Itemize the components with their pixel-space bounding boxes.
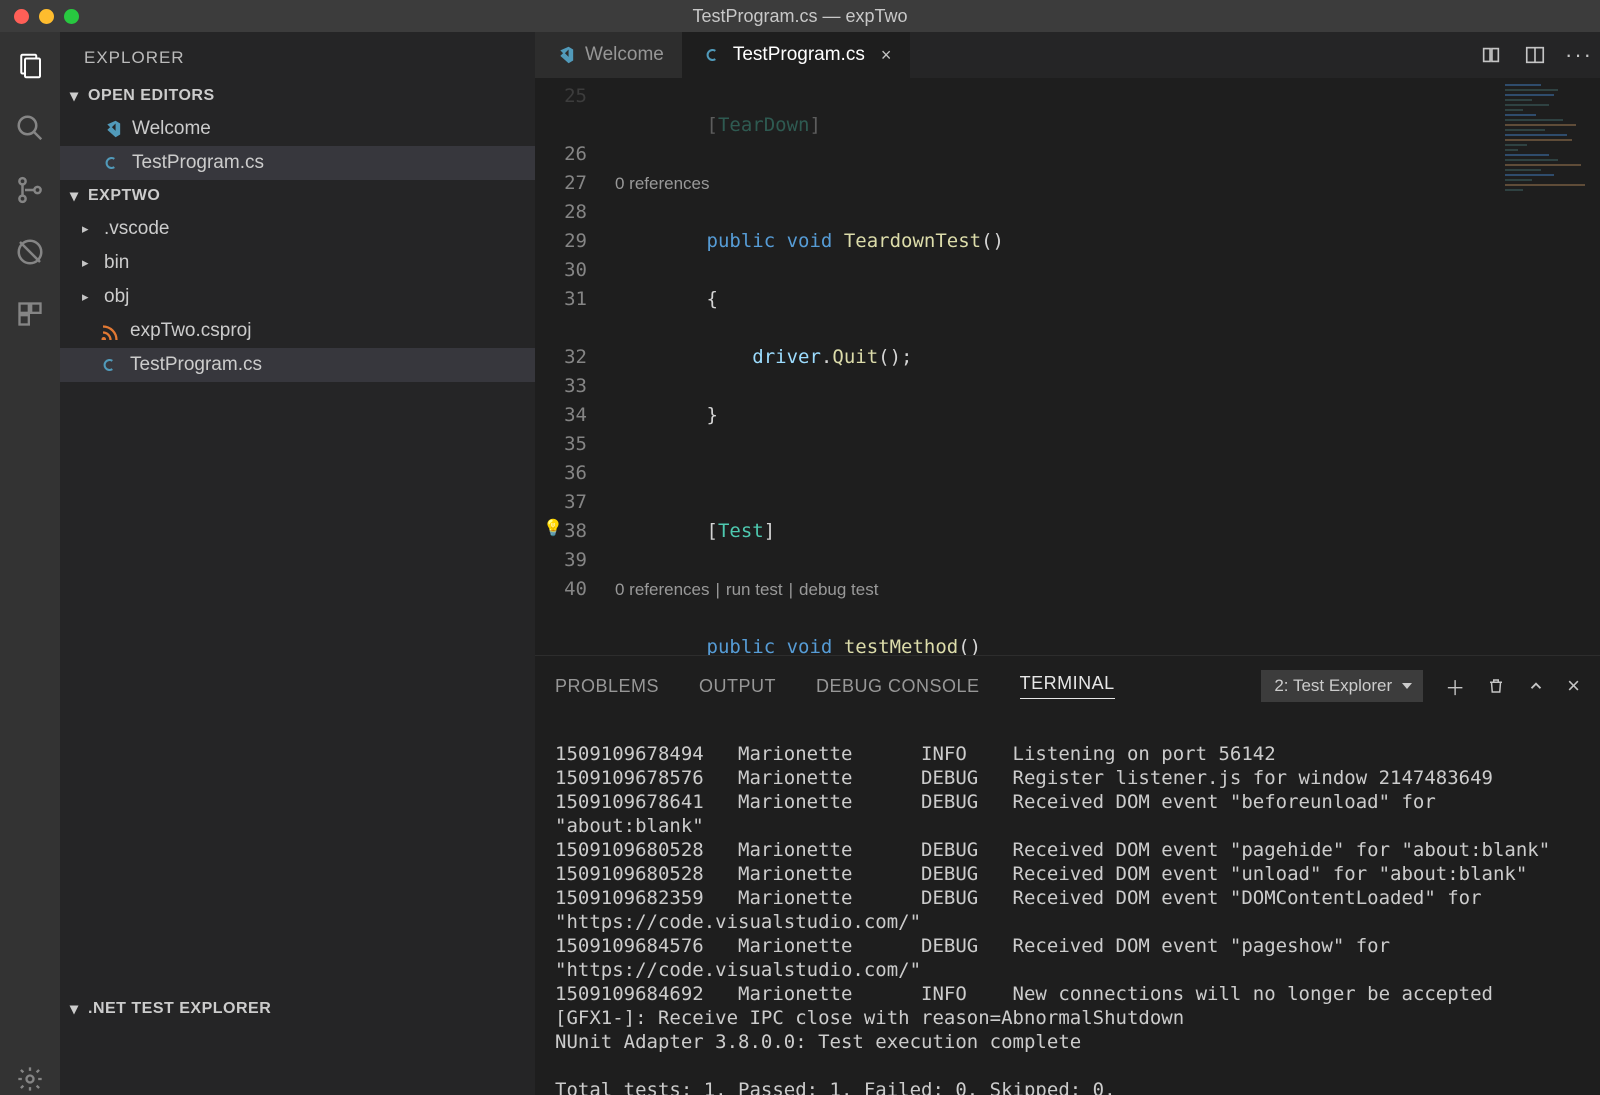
csharp-file-icon	[100, 152, 122, 174]
xml-file-icon	[98, 320, 120, 342]
vscode-file-icon	[100, 118, 122, 140]
maximize-window-button[interactable]	[64, 9, 79, 24]
file-csproj[interactable]: expTwo.csproj	[60, 314, 535, 348]
test-explorer-header[interactable]: ▾ .NET TEST EXPLORER	[60, 993, 535, 1025]
close-tab-icon[interactable]: ×	[881, 45, 892, 66]
compare-icon[interactable]	[1480, 44, 1502, 66]
maximize-panel-icon[interactable]	[1527, 677, 1545, 695]
close-panel-icon[interactable]: ×	[1567, 673, 1580, 699]
folder-bin[interactable]: ▸ bin	[60, 246, 535, 280]
settings-gear-icon[interactable]	[14, 1063, 46, 1095]
chevron-down-icon: ▾	[70, 999, 82, 1019]
split-editor-icon[interactable]	[1524, 44, 1546, 66]
window-title: TestProgram.cs — expTwo	[692, 6, 907, 27]
code-content[interactable]: [TearDown] 0 references public void Tear…	[615, 78, 1499, 655]
explorer-icon[interactable]	[14, 50, 46, 82]
close-window-button[interactable]	[14, 9, 29, 24]
open-editors-header[interactable]: ▾ OPEN EDITORS	[60, 80, 535, 112]
lightbulb-icon[interactable]: 💡	[543, 518, 563, 538]
window-controls	[0, 9, 79, 24]
panel-tabs: PROBLEMS OUTPUT DEBUG CONSOLE TERMINAL 2…	[535, 656, 1600, 712]
explorer-title: EXPLORER	[60, 32, 535, 80]
titlebar: TestProgram.cs — expTwo	[0, 0, 1600, 32]
open-editor-welcome[interactable]: Welcome	[60, 112, 535, 146]
csharp-file-icon	[701, 44, 723, 66]
terminal-select[interactable]: 2: Test Explorer	[1261, 670, 1423, 702]
chevron-right-icon: ▸	[82, 255, 96, 271]
chevron-down-icon: ▾	[70, 186, 82, 206]
minimize-window-button[interactable]	[39, 9, 54, 24]
codelens-run-test[interactable]: run test	[726, 575, 783, 604]
workspace-header[interactable]: ▾ EXPTWO	[60, 180, 535, 212]
vscode-file-icon	[553, 44, 575, 66]
chevron-down-icon: ▾	[70, 86, 82, 106]
open-editor-testprogram[interactable]: TestProgram.cs	[60, 146, 535, 180]
editor-body[interactable]: 25 26 27 28 29 30 31 32 33 34 35 36 37 3…	[535, 78, 1600, 655]
editor-area: Welcome TestProgram.cs × ···	[535, 32, 1600, 1095]
codelens-references[interactable]: 0 references	[615, 169, 710, 198]
tab-welcome[interactable]: Welcome	[535, 32, 683, 78]
tab-bar: Welcome TestProgram.cs × ···	[535, 32, 1600, 78]
file-testprogram[interactable]: TestProgram.cs	[60, 348, 535, 382]
folder-vscode[interactable]: ▸ .vscode	[60, 212, 535, 246]
sidebar-explorer: EXPLORER ▾ OPEN EDITORS Welcome TestProg…	[60, 32, 535, 1095]
bottom-panel: PROBLEMS OUTPUT DEBUG CONSOLE TERMINAL 2…	[535, 655, 1600, 1095]
activity-bar	[0, 32, 60, 1095]
extensions-icon[interactable]	[14, 298, 46, 330]
csharp-file-icon	[98, 354, 120, 376]
codelens-references[interactable]: 0 references	[615, 575, 710, 604]
panel-tab-terminal[interactable]: TERMINAL	[1020, 673, 1115, 699]
new-terminal-icon[interactable]: ＋	[1445, 672, 1465, 701]
codelens-debug-test[interactable]: debug test	[799, 575, 878, 604]
tab-testprogram[interactable]: TestProgram.cs ×	[683, 32, 911, 78]
panel-tab-output[interactable]: OUTPUT	[699, 676, 776, 697]
folder-obj[interactable]: ▸ obj	[60, 280, 535, 314]
panel-tab-debug[interactable]: DEBUG CONSOLE	[816, 676, 980, 697]
chevron-right-icon: ▸	[82, 221, 96, 237]
search-icon[interactable]	[14, 112, 46, 144]
minimap[interactable]	[1499, 78, 1600, 655]
more-icon[interactable]: ···	[1568, 44, 1590, 66]
panel-tab-problems[interactable]: PROBLEMS	[555, 676, 659, 697]
terminal-output[interactable]: 1509109678494 Marionette INFO Listening …	[535, 712, 1600, 1095]
debug-icon[interactable]	[14, 236, 46, 268]
kill-terminal-icon[interactable]	[1487, 676, 1505, 696]
source-control-icon[interactable]	[14, 174, 46, 206]
chevron-right-icon: ▸	[82, 289, 96, 305]
